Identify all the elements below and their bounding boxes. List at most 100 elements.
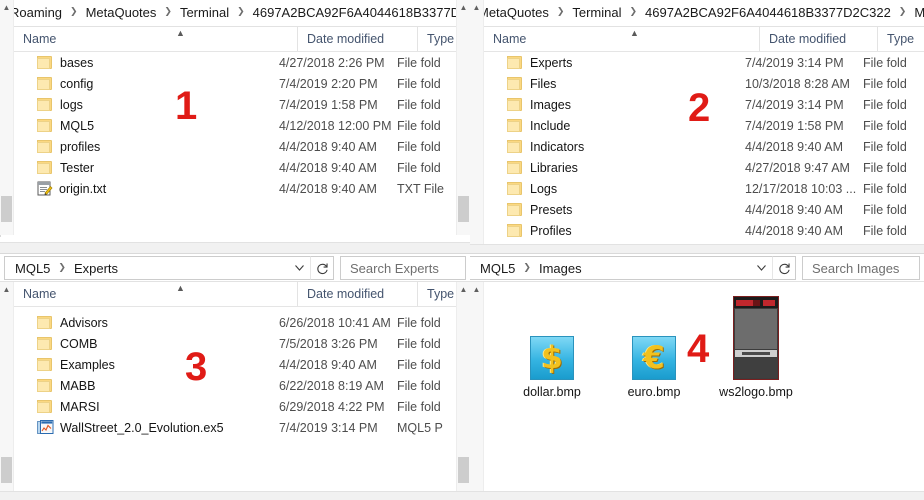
chevron-right-icon: ❯ [523, 261, 531, 272]
panel-4-nav-scrollbar[interactable]: ▲ [470, 282, 484, 492]
breadcrumb-item[interactable]: MetaQuotes [84, 5, 159, 20]
panel-2-breadcrumb[interactable]: MetaQuotes ❯ Terminal ❯ 4697A2BCA92F6A40… [470, 0, 924, 24]
file-name-cell[interactable]: origin.txt [14, 181, 279, 196]
table-row[interactable]: config 7/4/2019 2:20 PM File fold [14, 73, 456, 94]
panel-4-search-input[interactable]: Search Images [802, 256, 920, 280]
breadcrumb-item[interactable]: MQL5 [13, 261, 52, 276]
table-row[interactable]: Presets 4/4/2018 9:40 AM File fold [484, 199, 924, 220]
table-row[interactable]: profiles 4/4/2018 9:40 AM File fold [14, 136, 456, 157]
table-row[interactable]: logs 7/4/2019 1:58 PM File fold [14, 94, 456, 115]
file-name-cell[interactable]: Experts [484, 56, 745, 70]
scroll-up-icon[interactable]: ▲ [470, 0, 483, 14]
breadcrumb-item[interactable]: MQL5 [478, 261, 517, 276]
file-name-cell[interactable]: Logs [484, 182, 745, 196]
panel-1-breadcrumb[interactable]: Roaming ❯ MetaQuotes ❯ Terminal ❯ 4697A2… [0, 0, 470, 24]
refresh-button[interactable] [772, 256, 796, 280]
panel-3-file-list[interactable]: Advisors 6/26/2018 10:41 AM File fold COMB 7… [14, 312, 456, 486]
file-name-cell[interactable]: MARSI [14, 400, 279, 414]
breadcrumb-item[interactable]: Terminal [178, 5, 231, 20]
panel-4-address-bar[interactable]: MQL5 ❯ Images Search Images [470, 254, 924, 282]
scroll-up-icon[interactable]: ▲ [457, 0, 470, 14]
thumbnail-tile[interactable]: ws2logo.bmp [708, 296, 804, 399]
file-name-cell[interactable]: Advisors [14, 316, 279, 330]
table-row[interactable]: MARSI 6/29/2018 4:22 PM File fold [14, 396, 456, 417]
scrollbar-thumb[interactable] [1, 457, 12, 483]
panel-4-breadcrumb[interactable]: MQL5 ❯ Images [470, 256, 750, 280]
file-name-cell[interactable]: COMB [14, 337, 279, 351]
panel-2-address-bar[interactable]: MetaQuotes ❯ Terminal ❯ 4697A2BCA92F6A40… [470, 0, 924, 27]
panel-1-nav-scrollbar[interactable]: ▲ [0, 0, 14, 235]
breadcrumb-item[interactable]: Images [537, 261, 584, 276]
file-name-cell[interactable]: Presets [484, 203, 745, 217]
file-name-cell[interactable]: Libraries [484, 161, 745, 175]
breadcrumb-item[interactable]: MetaQuotes [476, 5, 551, 20]
file-name-cell[interactable]: Profiles [484, 224, 745, 238]
file-name-cell[interactable]: profiles [14, 140, 279, 154]
breadcrumb-item[interactable]: Roaming [8, 5, 64, 20]
table-row[interactable]: Tester 4/4/2018 9:40 AM File fold [14, 157, 456, 178]
column-header-date-modified[interactable]: Date modified [297, 27, 417, 51]
table-row[interactable]: bases 4/27/2018 2:26 PM File fold [14, 52, 456, 73]
table-row[interactable]: Indicators 4/4/2018 9:40 AM File fold [484, 136, 924, 157]
breadcrumb-item[interactable]: MQL5 [912, 5, 924, 20]
table-row[interactable]: WallStreet_2.0_Evolution.ex5 7/4/2019 3:1… [14, 417, 456, 438]
date-modified-cell: 4/4/2018 9:40 AM [745, 139, 843, 154]
file-name-cell[interactable]: logs [14, 98, 279, 112]
file-name-cell[interactable]: MQL5 [14, 119, 279, 133]
panel-1-list-scrollbar[interactable]: ▲ [456, 0, 470, 235]
file-name-cell[interactable]: Indicators [484, 140, 745, 154]
refresh-button[interactable] [310, 256, 334, 280]
table-row[interactable]: COMB 7/5/2018 3:26 PM File fold [14, 333, 456, 354]
table-row[interactable]: Advisors 6/26/2018 10:41 AM File fold [14, 312, 456, 333]
panel-3-list-scrollbar[interactable]: ▲ [456, 282, 470, 492]
dollar-coin-icon[interactable]: $ [530, 336, 574, 380]
panel-4-content-area[interactable]: $ dollar.bmp € euro.bmp ws2logo.bmp [470, 282, 924, 492]
panel-3-breadcrumb[interactable]: MQL5 ❯ Experts [4, 256, 288, 280]
breadcrumb-item[interactable]: Experts [72, 261, 120, 276]
table-row[interactable]: Libraries 4/27/2018 9:47 AM File fold [484, 157, 924, 178]
panel-3-nav-scrollbar[interactable]: ▲ [0, 282, 14, 492]
scroll-up-icon[interactable]: ▲ [470, 282, 483, 296]
euro-coin-icon[interactable]: € [632, 336, 676, 380]
column-header-name[interactable]: Name ▲ [484, 27, 759, 51]
column-header-date-modified[interactable]: Date modified [759, 27, 877, 51]
panel-4-thumbnail-grid[interactable]: $ dollar.bmp € euro.bmp ws2logo.bmp [504, 296, 924, 492]
file-name-cell[interactable]: config [14, 77, 279, 91]
table-row[interactable]: Examples 4/4/2018 9:40 AM File fold [14, 354, 456, 375]
table-row[interactable]: MQL5 4/12/2018 12:00 PM File fold [14, 115, 456, 136]
address-dropdown-button[interactable] [750, 256, 772, 280]
scrollbar-thumb[interactable] [458, 457, 469, 483]
thumbnail-tile[interactable]: $ dollar.bmp [504, 296, 600, 399]
breadcrumb-item[interactable]: 4697A2BCA92F6A4044618B3377D2C322 [251, 5, 470, 20]
date-modified-cell: 6/22/2018 8:19 AM [278, 378, 384, 393]
address-dropdown-button[interactable] [288, 256, 310, 280]
file-name-cell[interactable]: Tester [14, 161, 279, 175]
table-row[interactable]: MABB 6/22/2018 8:19 AM File fold [14, 375, 456, 396]
scroll-up-icon[interactable]: ▲ [0, 282, 13, 296]
panel-1-address-bar[interactable]: Roaming ❯ MetaQuotes ❯ Terminal ❯ 4697A2… [0, 0, 470, 27]
column-header-type[interactable]: Type [877, 27, 924, 51]
file-name-cell[interactable]: MABB [14, 379, 279, 393]
panel-2-nav-scrollbar[interactable]: ▲ [470, 0, 484, 245]
scroll-up-icon[interactable]: ▲ [0, 0, 13, 14]
column-header-date-modified[interactable]: Date modified [297, 282, 417, 306]
table-row[interactable]: Experts 7/4/2019 3:14 PM File fold [484, 52, 924, 73]
panel-2-file-list[interactable]: Experts 7/4/2019 3:14 PM File fold Files 10/… [484, 52, 924, 245]
scrollbar-thumb[interactable] [1, 196, 12, 222]
table-row[interactable]: Profiles 4/4/2018 9:40 AM File fold [484, 220, 924, 241]
scroll-up-icon[interactable]: ▲ [457, 282, 470, 296]
column-header-name[interactable]: Name ▲ [14, 27, 297, 51]
file-name-cell[interactable]: bases [14, 56, 279, 70]
table-row[interactable]: Logs 12/17/2018 10:03 ... File fold [484, 178, 924, 199]
breadcrumb-item[interactable]: 4697A2BCA92F6A4044618B3377D2C322 [643, 5, 893, 20]
panel-3-search-input[interactable]: Search Experts [340, 256, 466, 280]
scrollbar-thumb[interactable] [458, 196, 469, 222]
image-thumbnail[interactable] [733, 296, 779, 380]
panel-1-file-list[interactable]: bases 4/27/2018 2:26 PM File fold config 7/4… [14, 52, 456, 235]
panel-3-address-bar[interactable]: MQL5 ❯ Experts Search Experts [0, 254, 470, 282]
breadcrumb-item[interactable]: Terminal [570, 5, 623, 20]
table-row[interactable]: origin.txt 4/4/2018 9:40 AM TXT File [14, 178, 456, 199]
file-name-cell[interactable]: Examples [14, 358, 279, 372]
file-name-cell[interactable]: WallStreet_2.0_Evolution.ex5 [14, 420, 279, 435]
column-header-name[interactable]: Name ▲ [14, 282, 297, 306]
